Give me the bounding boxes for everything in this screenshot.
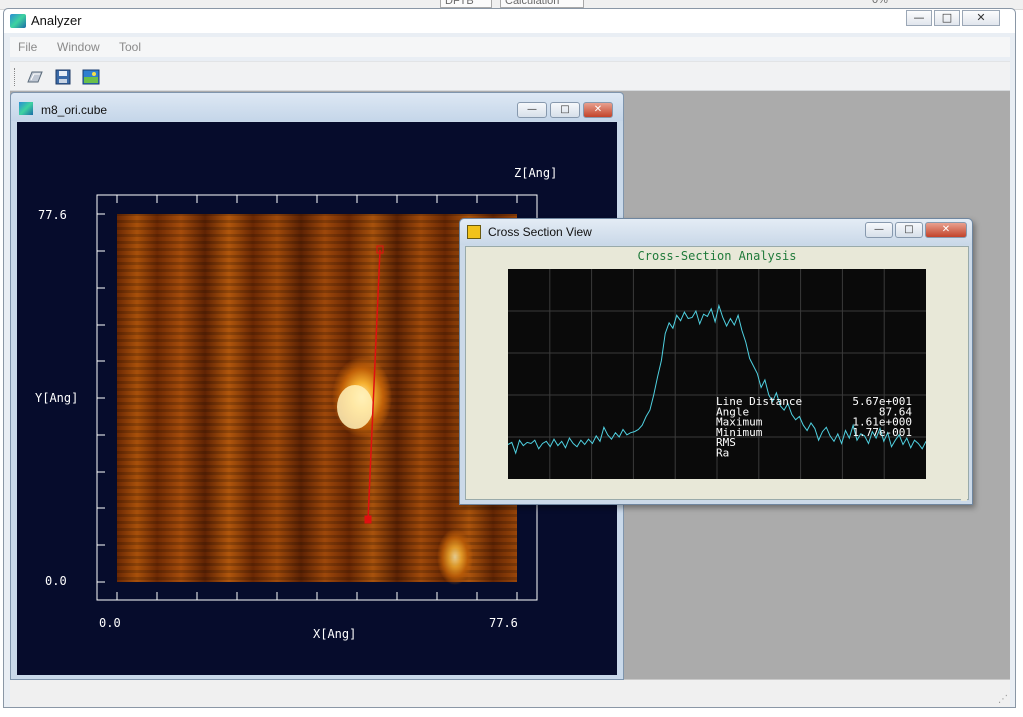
y-tick-top: 77.6	[38, 208, 67, 222]
cross-section-title: Cross Section View	[488, 225, 592, 239]
statusbar: ⋰	[10, 679, 1010, 707]
app-icon	[10, 14, 26, 28]
bright-feature-core	[337, 385, 373, 429]
cross-section-window: Cross Section View — □ ✕ Cross-Section A…	[459, 218, 973, 505]
cube-maximize-button[interactable]: □	[550, 102, 580, 118]
minimize-button[interactable]: —	[906, 10, 932, 26]
cross-section-scrollbar[interactable]	[961, 247, 967, 501]
y-axis-label: Y[Ang]	[35, 391, 78, 405]
line-end-handle[interactable]	[364, 515, 372, 524]
profile-svg: Line Distance 5.67e+001Angle 87.64Maximum 1…	[507, 269, 927, 479]
x-tick-right: 77.6	[489, 616, 518, 630]
app-title: Analyzer	[31, 13, 82, 28]
x-axis-label: X[Ang]	[313, 627, 356, 641]
toolbar-grip[interactable]	[14, 68, 17, 86]
stat-value: 1.77e-001	[852, 426, 912, 439]
cross-section-app-icon	[467, 225, 481, 239]
y-tick-bottom: 0.0	[45, 574, 67, 588]
save-icon[interactable]	[54, 68, 72, 86]
menu-file[interactable]: File	[18, 40, 37, 54]
x-tick-left: 0.0	[99, 616, 121, 630]
z-axis-label: Z[Ang]	[514, 166, 557, 180]
xs-close-button[interactable]: ✕	[925, 222, 967, 238]
menu-tool[interactable]: Tool	[119, 40, 141, 54]
open-icon[interactable]	[26, 68, 44, 86]
maximize-button[interactable]: □	[934, 10, 960, 26]
cube-title: m8_ori.cube	[41, 103, 108, 117]
background-calculation-select: Calculation	[500, 0, 584, 8]
bottom-feature	[437, 529, 473, 585]
image-icon[interactable]	[82, 68, 100, 86]
resize-grip-icon[interactable]: ⋰	[998, 694, 1008, 705]
close-button[interactable]: ✕	[962, 10, 1000, 26]
profile-plot: Line Distance 5.67e+001 Angle 87.64 Maximum 1…	[507, 269, 927, 479]
menubar: File Window Tool	[10, 37, 1010, 57]
toolbar	[10, 61, 1010, 91]
cube-minimize-button[interactable]: —	[517, 102, 547, 118]
xs-minimize-button[interactable]: —	[865, 222, 893, 238]
cross-section-heading: Cross-Section Analysis	[637, 249, 797, 263]
background-dftb-select: DFTB	[440, 0, 492, 8]
cube-app-icon	[19, 102, 33, 115]
cube-close-button[interactable]: ✕	[583, 102, 613, 118]
xs-maximize-button[interactable]: □	[895, 222, 923, 238]
menu-window[interactable]: Window	[57, 40, 100, 54]
cross-section-panel: Cross-Section Analysis Line Distance 5.67…	[465, 246, 969, 501]
background-progress-label: 0%	[872, 0, 888, 6]
stat-label: Ra	[716, 447, 729, 460]
main-titlebar[interactable]: Analyzer — □ ✕	[4, 9, 1015, 33]
surface-scanlines	[117, 214, 517, 582]
cube-titlebar[interactable]: m8_ori.cube — □ ✕	[11, 93, 623, 121]
cross-section-titlebar[interactable]: Cross Section View — □ ✕	[460, 219, 972, 245]
